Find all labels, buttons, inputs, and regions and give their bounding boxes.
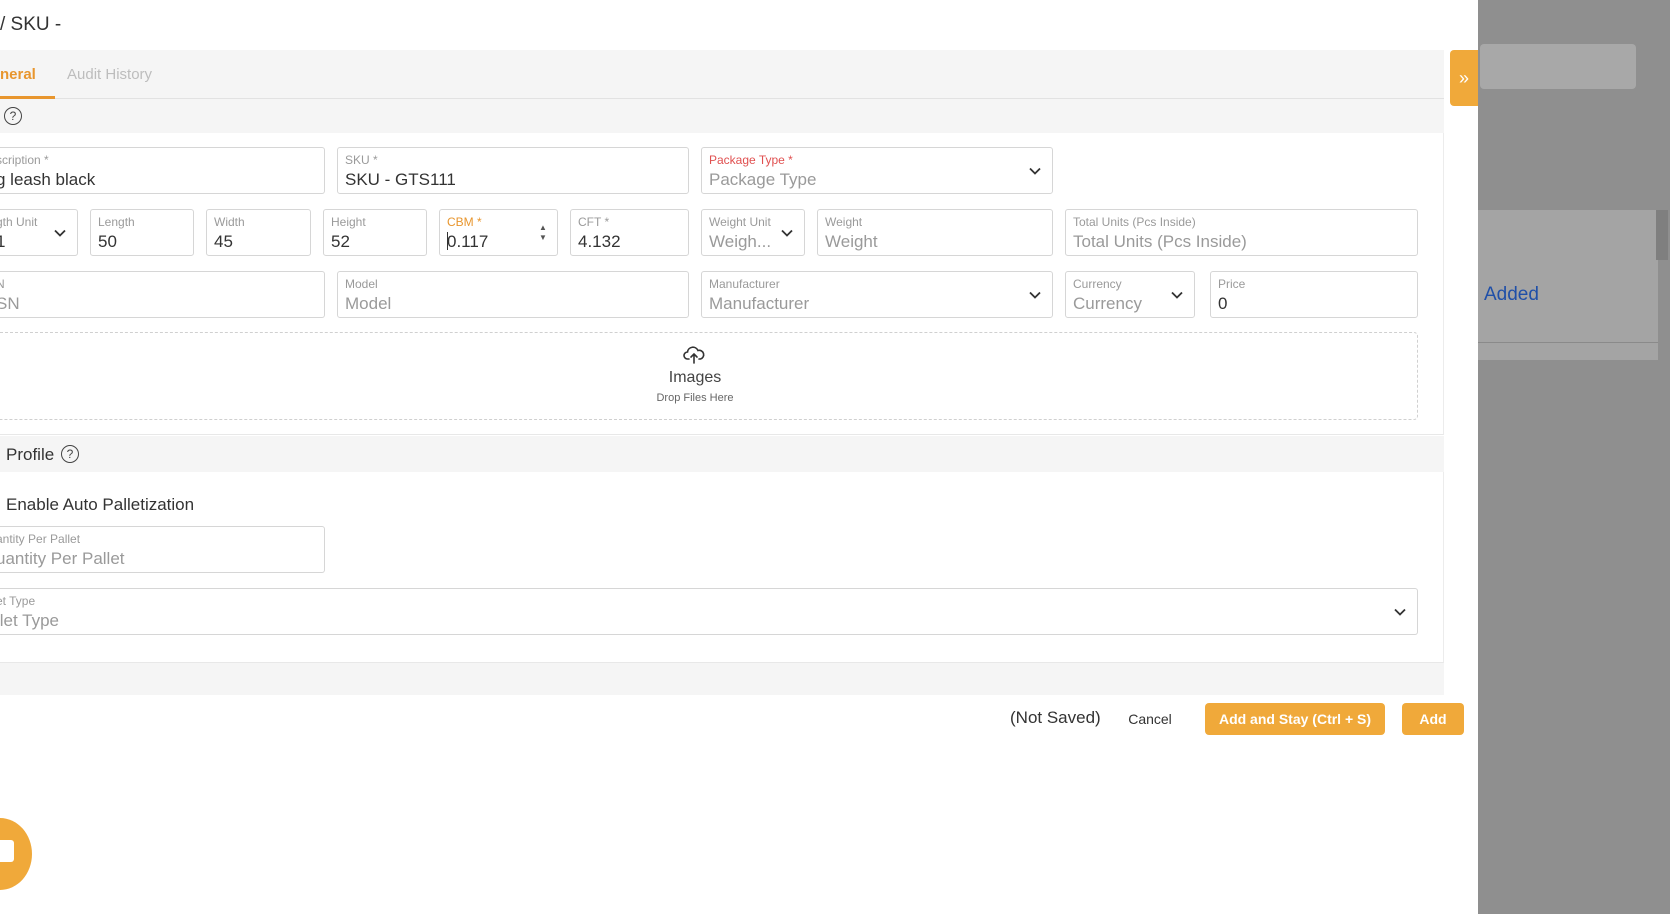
model-field[interactable]: Model Model <box>337 271 689 318</box>
chevron-down-icon <box>1029 291 1041 299</box>
double-chevron-right-icon: » <box>1458 67 1469 88</box>
modal-title: / SKU - <box>0 14 62 35</box>
tab-audit-history[interactable]: Audit History <box>67 66 152 83</box>
chevron-down-icon <box>1171 291 1183 299</box>
tab-general[interactable]: neral <box>0 66 36 83</box>
add-and-stay-button[interactable]: Add and Stay (Ctrl + S) <box>1205 703 1385 735</box>
tab-bar: neral Audit History <box>0 50 1444 99</box>
step-up-icon[interactable]: ▲ <box>539 224 547 232</box>
weight-field[interactable]: Weight Weight <box>817 209 1053 256</box>
save-status: (Not Saved) <box>1010 708 1101 727</box>
manufacturer-select[interactable]: Manufacturer Manufacturer <box>701 271 1053 318</box>
upc-field[interactable]: N SN <box>0 271 325 318</box>
text-cursor <box>447 232 448 250</box>
quantity-per-pallet-field[interactable]: antity Per Pallet uantity Per Pallet <box>0 526 325 573</box>
help-icon[interactable]: ? <box>4 107 22 125</box>
background-added-text: Added <box>1484 284 1539 305</box>
background-divider <box>1478 342 1658 343</box>
length-field[interactable]: Length 50 <box>90 209 194 256</box>
chevron-down-icon <box>1029 167 1041 175</box>
cloud-upload-icon <box>683 346 705 364</box>
currency-select[interactable]: Currency Currency <box>1065 271 1195 318</box>
sku-modal: / SKU - » neral Audit History ? scriptio… <box>0 0 1478 914</box>
package-type-select[interactable]: Package Type * Package Type <box>701 147 1053 194</box>
length-unit-select[interactable]: gth Unit 1 <box>0 209 78 256</box>
images-subtitle: Drop Files Here <box>656 392 734 404</box>
height-field[interactable]: Height 52 <box>323 209 427 256</box>
sku-field[interactable]: SKU * SKU - GTS111 <box>337 147 689 194</box>
number-stepper[interactable]: ▲ ▼ <box>537 224 549 242</box>
pallet-type-select[interactable]: et Type llet Type <box>0 588 1418 635</box>
chevron-down-icon <box>54 229 66 237</box>
background-scrollbar <box>1656 210 1668 260</box>
images-title: Images <box>668 369 722 386</box>
help-icon[interactable]: ? <box>61 445 79 463</box>
cbm-field[interactable]: CBM * 0.117 ▲ ▼ <box>439 209 558 256</box>
background-search-bar <box>1480 44 1636 89</box>
cancel-button[interactable]: Cancel <box>1115 703 1185 735</box>
step-down-icon[interactable]: ▼ <box>539 234 547 242</box>
chevron-down-icon <box>781 229 793 237</box>
weight-unit-select[interactable]: Weight Unit Weigh... <box>701 209 805 256</box>
cft-field[interactable]: CFT * 4.132 <box>570 209 689 256</box>
collapse-panel-button[interactable]: » <box>1450 50 1478 106</box>
general-section-header: ? <box>0 99 1444 133</box>
total-units-field[interactable]: Total Units (Pcs Inside) Total Units (Pc… <box>1065 209 1418 256</box>
pallet-section-header: Profile ? <box>0 436 1444 472</box>
price-field[interactable]: Price 0 <box>1210 271 1418 318</box>
footer-spacer <box>0 663 1444 695</box>
pallet-section-title: Profile <box>6 445 55 464</box>
chevron-down-icon <box>1394 608 1406 616</box>
add-button[interactable]: Add <box>1402 703 1464 735</box>
width-field[interactable]: Width 45 <box>206 209 311 256</box>
description-field[interactable]: scription * g leash black <box>0 147 325 194</box>
enable-auto-palletization-label[interactable]: Enable Auto Palletization <box>6 495 194 515</box>
chat-icon[interactable] <box>0 840 14 862</box>
images-dropzone[interactable]: Images Drop Files Here <box>0 332 1418 420</box>
